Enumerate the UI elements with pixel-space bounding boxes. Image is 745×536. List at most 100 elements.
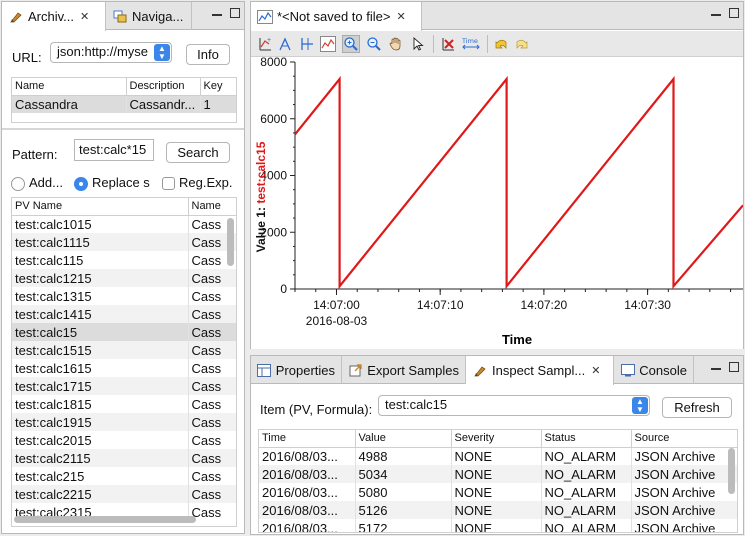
- item-label: Item (PV, Formula):: [260, 402, 373, 417]
- pointer-icon[interactable]: [409, 35, 427, 53]
- column-header-name[interactable]: Name: [12, 78, 127, 96]
- vertical-scrollbar[interactable]: [728, 448, 735, 494]
- maximize-icon[interactable]: [230, 8, 240, 18]
- undo-icon[interactable]: [492, 35, 510, 53]
- replace-radio[interactable]: Replace s: [74, 175, 150, 191]
- column-header-time[interactable]: Time: [259, 430, 356, 448]
- pv-name-cell: test:calc1715: [12, 377, 189, 395]
- table-row[interactable]: test:calc1115 Cass: [12, 233, 236, 251]
- time-icon-text: Time: [461, 37, 478, 45]
- table-row[interactable]: 2016/08/03... 5172 NONE NO_ALARM JSON Archiv…: [259, 519, 737, 532]
- horizontal-scrollbar[interactable]: [14, 516, 196, 523]
- table-row[interactable]: test:calc1915 Cass: [12, 413, 236, 431]
- tab-inspect-samples[interactable]: Inspect Sampl... ✕: [466, 356, 614, 385]
- table-row[interactable]: 2016/08/03... 5080 NONE NO_ALARM JSON Archiv…: [259, 483, 737, 501]
- remove-icon[interactable]: [439, 35, 457, 53]
- column-header-severity[interactable]: Severity: [451, 430, 542, 448]
- column-header-key[interactable]: Key: [200, 78, 236, 96]
- x-tick-date-label: 2016-08-03: [306, 314, 368, 328]
- table-row[interactable]: Cassandra Cassandr... 1: [12, 95, 236, 113]
- table-row[interactable]: test:calc1515 Cass: [12, 341, 236, 359]
- maximize-icon[interactable]: [729, 362, 739, 372]
- tab-navigator[interactable]: Naviga...: [106, 2, 192, 30]
- add-radio[interactable]: Add...: [11, 175, 63, 191]
- archive-name-cell: Cass: [188, 395, 236, 413]
- table-row[interactable]: 2016/08/03... 4988 NONE NO_ALARM JSON Archiv…: [259, 447, 737, 465]
- maximize-icon[interactable]: [729, 8, 739, 18]
- zoom-out-icon[interactable]: [365, 35, 383, 53]
- cell: 1: [200, 95, 236, 113]
- properties-icon: [257, 362, 272, 378]
- time-icon[interactable]: Time: [461, 35, 481, 53]
- column-header-value[interactable]: Value: [355, 430, 452, 448]
- redo-icon[interactable]: [513, 35, 531, 53]
- column-header-pv-name[interactable]: PV Name: [12, 198, 189, 216]
- pattern-input[interactable]: test:calc*15: [74, 139, 154, 161]
- radio-off-icon: [11, 176, 25, 191]
- archive-table: Name Description Key Cassandra Cassandr.…: [11, 77, 237, 123]
- table-row[interactable]: test:calc1415 Cass: [12, 305, 236, 323]
- table-row[interactable]: test:calc2115 Cass: [12, 449, 236, 467]
- y-tick-label: 8000: [260, 57, 287, 69]
- refresh-button[interactable]: Refresh: [662, 397, 732, 418]
- regexp-checkbox[interactable]: Reg.Exp.: [162, 175, 233, 191]
- info-button[interactable]: Info: [186, 44, 230, 65]
- table-row[interactable]: test:calc1315 Cass: [12, 287, 236, 305]
- item-combo[interactable]: test:calc15 ▲ ▼: [378, 395, 650, 416]
- table-row[interactable]: test:calc115 Cass: [12, 251, 236, 269]
- pv-name-cell: test:calc1915: [12, 413, 189, 431]
- tab-export-samples[interactable]: Export Samples: [342, 356, 466, 384]
- table-row[interactable]: test:calc2015 Cass: [12, 431, 236, 449]
- close-icon[interactable]: ✕: [396, 10, 405, 23]
- vertical-scrollbar[interactable]: [227, 218, 234, 266]
- column-header-source[interactable]: Source: [631, 430, 737, 448]
- minimize-icon[interactable]: [711, 10, 721, 16]
- cell: JSON Archive: [631, 483, 737, 501]
- pv-name-cell: test:calc1515: [12, 341, 189, 359]
- console-icon: [620, 362, 635, 378]
- search-button[interactable]: Search: [166, 142, 230, 163]
- tab-properties[interactable]: Properties: [251, 356, 342, 384]
- close-icon[interactable]: ✕: [591, 364, 600, 377]
- pv-name-cell: test:calc1415: [12, 305, 189, 323]
- cell: NONE: [451, 465, 542, 483]
- tab-console[interactable]: Console: [614, 356, 694, 384]
- table-row[interactable]: test:calc2215 Cass: [12, 485, 236, 503]
- table-row[interactable]: test:calc1815 Cass: [12, 395, 236, 413]
- zoom-in-icon[interactable]: [342, 35, 360, 53]
- tab-plot-editor[interactable]: *<Not saved to file> ✕: [251, 2, 422, 31]
- add-axis-icon[interactable]: +: [256, 35, 274, 53]
- archive-name-cell: Cass: [188, 359, 236, 377]
- pattern-label: Pattern:: [12, 147, 58, 162]
- regexp-label: Reg.Exp.: [179, 175, 233, 190]
- column-header-status[interactable]: Status: [541, 430, 632, 448]
- add-radio-label: Add...: [29, 175, 63, 190]
- cell: 5172: [355, 519, 452, 532]
- table-row[interactable]: test:calc1015 Cass: [12, 215, 236, 233]
- table-row[interactable]: test:calc1215 Cass: [12, 269, 236, 287]
- plot-editor-pane: *<Not saved to file> ✕ + Time 0 2000 400…: [250, 1, 744, 349]
- column-header-description[interactable]: Description: [126, 78, 201, 96]
- editor-window-controls: [711, 8, 739, 18]
- cell: NONE: [451, 501, 542, 519]
- column-header-name[interactable]: Name: [188, 198, 236, 216]
- table-row[interactable]: 2016/08/03... 5034 NONE NO_ALARM JSON Archiv…: [259, 465, 737, 483]
- cell: JSON Archive: [631, 447, 737, 465]
- chart-type-icon[interactable]: [319, 35, 337, 53]
- minimize-icon[interactable]: [212, 10, 222, 16]
- table-row[interactable]: test:calc215 Cass: [12, 467, 236, 485]
- url-combo[interactable]: json:http://myse ▲ ▼: [50, 42, 172, 63]
- table-row[interactable]: test:calc1615 Cass: [12, 359, 236, 377]
- plot-canvas[interactable]: 02000400060008000 14:07:00 14:07:10 14:07:…: [251, 57, 743, 349]
- minimize-icon[interactable]: [711, 364, 721, 370]
- stagger-icon[interactable]: [298, 35, 316, 53]
- table-row-selected[interactable]: test:calc15 Cass: [12, 323, 236, 341]
- close-icon[interactable]: ✕: [80, 10, 89, 23]
- section-divider[interactable]: [2, 128, 244, 130]
- pv-name-cell: test:calc2115: [12, 449, 189, 467]
- tab-archive[interactable]: Archiv... ✕: [2, 2, 106, 31]
- table-row[interactable]: test:calc1715 Cass: [12, 377, 236, 395]
- table-row[interactable]: 2016/08/03... 5126 NONE NO_ALARM JSON Archiv…: [259, 501, 737, 519]
- scale-icon[interactable]: [277, 35, 295, 53]
- pan-icon[interactable]: [387, 35, 405, 53]
